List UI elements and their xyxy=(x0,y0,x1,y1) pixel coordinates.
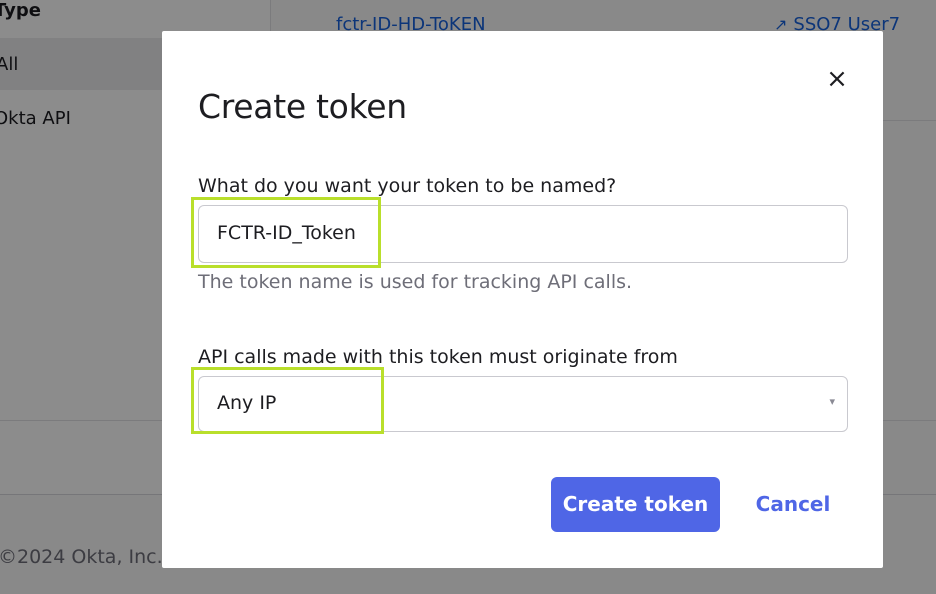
create-token-dialog: × Create token What do you want your tok… xyxy=(162,31,883,568)
token-name-helper: The token name is used for tracking API … xyxy=(198,271,633,293)
origin-label: API calls made with this token must orig… xyxy=(198,346,678,368)
token-name-label: What do you want your token to be named? xyxy=(198,175,617,197)
token-name-highlight xyxy=(191,197,381,268)
close-icon[interactable]: × xyxy=(822,65,852,95)
create-token-button[interactable]: Create token xyxy=(551,477,720,532)
cancel-button[interactable]: Cancel xyxy=(742,477,844,532)
dialog-title: Create token xyxy=(198,87,407,126)
chevron-down-icon: ▾ xyxy=(829,395,835,408)
origin-select-highlight xyxy=(191,367,384,434)
